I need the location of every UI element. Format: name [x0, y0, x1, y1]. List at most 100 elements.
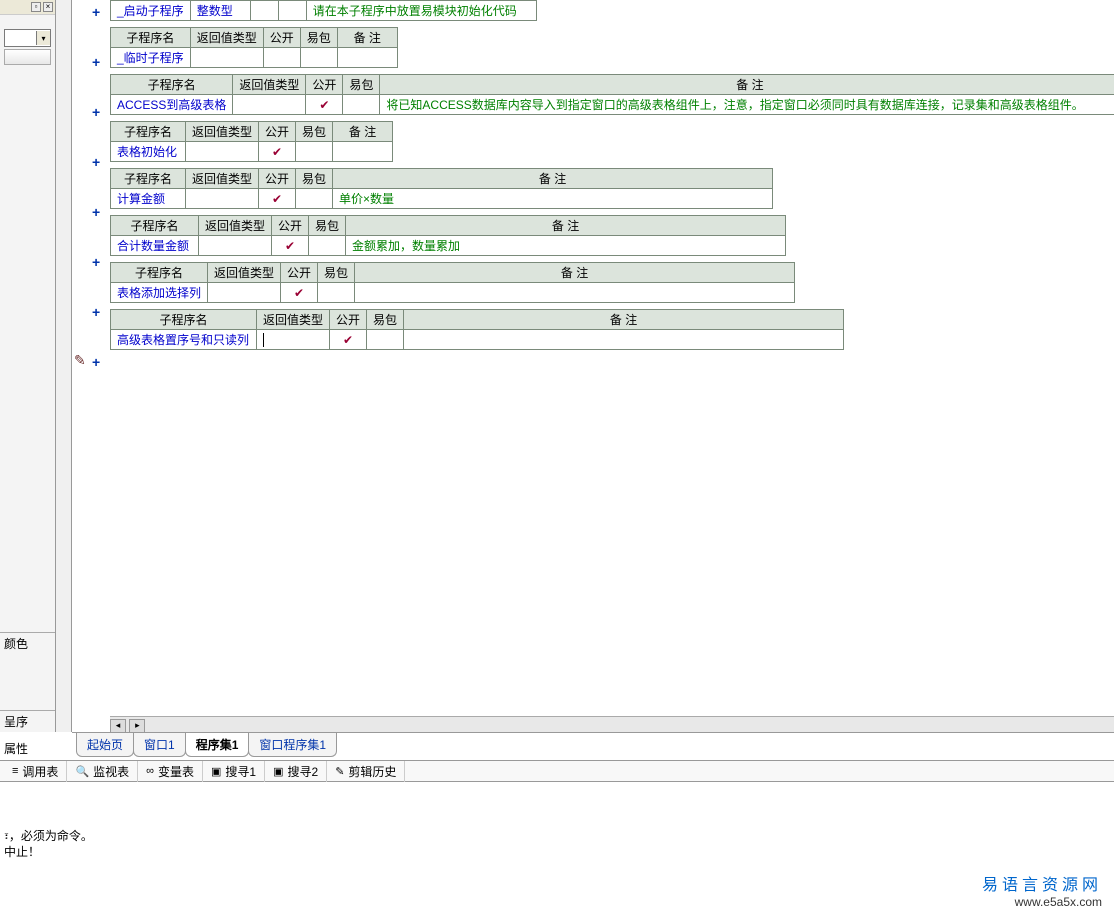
tab-label: 搜寻2 — [288, 763, 319, 780]
sub-package-cell[interactable] — [318, 283, 355, 303]
expand-icon[interactable]: + — [92, 154, 100, 170]
col-header-type: 返回值类型 — [186, 169, 259, 189]
subroutine-table: 子程序名返回值类型公开易包备 注表格初始化 ✔ — [110, 121, 393, 162]
sub-public-cell[interactable]: ✔ — [259, 142, 296, 162]
sub-public-cell[interactable] — [250, 1, 278, 21]
sub-remark-cell[interactable]: 请在本子程序中放置易模块初始化代码 — [306, 1, 536, 21]
table-row[interactable]: 表格添加选择列 ✔ — [111, 283, 795, 303]
bottom-tab[interactable]: 🔍监视表 — [67, 761, 138, 782]
expand-icon[interactable]: + — [92, 254, 100, 270]
scroll-right-icon[interactable]: ▸ — [129, 719, 145, 733]
sub-package-cell[interactable] — [343, 95, 380, 115]
bottom-tab[interactable]: ∞变量表 — [138, 761, 203, 782]
sub-public-cell[interactable]: ✔ — [272, 236, 309, 256]
table-row[interactable]: _启动子程序整数型 请在本子程序中放置易模块初始化代码 — [111, 1, 537, 21]
col-header-remark: 备 注 — [355, 263, 795, 283]
table-header-row: 子程序名返回值类型公开易包备 注 — [111, 310, 844, 330]
panel-close-icon[interactable]: × — [43, 2, 53, 12]
panel-strip[interactable] — [4, 49, 51, 65]
doc-tab[interactable]: 程序集1 — [185, 733, 250, 757]
sub-name-cell[interactable]: ACCESS到高级表格 — [111, 95, 233, 115]
sub-remark-cell[interactable] — [337, 48, 397, 68]
sub-type-cell[interactable] — [190, 48, 263, 68]
scroll-left-icon[interactable]: ◂ — [110, 719, 126, 733]
horizontal-scrollbar[interactable]: ◂ ▸ — [110, 716, 1114, 732]
table-row[interactable]: 计算金额 ✔ 单价×数量 — [111, 189, 773, 209]
sub-remark-cell[interactable]: 单价×数量 — [333, 189, 773, 209]
doc-tab[interactable]: 起始页 — [76, 733, 134, 757]
subroutine-table: 子程序名返回值类型公开易包备 注合计数量金额✔金额累加，数量累加 — [110, 215, 786, 256]
col-header-package: 易包 — [309, 216, 346, 236]
doc-tab[interactable]: 窗口1 — [133, 733, 186, 757]
sub-type-cell[interactable] — [186, 189, 259, 209]
sub-package-cell[interactable] — [296, 189, 333, 209]
subroutine-table: 子程序名返回值类型公开易包备 注计算金额✔单价×数量 — [110, 168, 773, 209]
sub-public-cell[interactable]: ✔ — [281, 283, 318, 303]
sub-name-cell[interactable]: 高级表格置序号和只读列 — [111, 330, 257, 350]
col-header-public: 公开 — [259, 122, 296, 142]
sub-public-cell[interactable]: ✔ — [306, 95, 343, 115]
expand-icon[interactable]: + — [92, 54, 100, 70]
sub-remark-cell[interactable]: 将已知ACCESS数据库内容导入到指定窗口的高级表格组件上，注意，指定窗口必须同… — [380, 95, 1114, 115]
col-header-name: 子程序名 — [111, 310, 257, 330]
bottom-tab[interactable]: ✎剪辑历史 — [327, 761, 405, 782]
expand-icon[interactable]: + — [92, 304, 100, 320]
tab-icon: ▣ — [273, 765, 283, 778]
sub-remark-cell[interactable] — [355, 283, 795, 303]
expand-icon[interactable]: + — [92, 104, 100, 120]
sub-name-cell[interactable]: _启动子程序 — [111, 1, 191, 21]
bottom-tabs: ≡调用表🔍监视表∞变量表 ▣ 搜寻1 ▣ 搜寻2 ✎剪辑历史 — [0, 760, 1114, 782]
panel-dropdown[interactable]: ▾ — [4, 29, 51, 47]
panel-toggle-icon[interactable]: ▫ — [31, 2, 41, 12]
sub-public-cell[interactable]: ✔ — [259, 189, 296, 209]
sub-package-cell[interactable] — [300, 48, 337, 68]
tab-label: 变量表 — [158, 763, 194, 780]
sub-type-cell[interactable] — [257, 330, 330, 350]
col-header-remark: 备 注 — [404, 310, 844, 330]
sub-package-cell[interactable] — [278, 1, 306, 21]
sub-name-cell[interactable]: _临时子程序 — [111, 48, 191, 68]
sub-type-cell[interactable] — [233, 95, 306, 115]
sub-name-cell[interactable]: 表格初始化 — [111, 142, 186, 162]
sub-remark-cell[interactable] — [404, 330, 844, 350]
output-line: ፣，必须为命令。 — [4, 828, 1110, 844]
table-row[interactable]: 高级表格置序号和只读列 ✔ — [111, 330, 844, 350]
table-row[interactable]: 合计数量金额 ✔ 金额累加，数量累加 — [111, 236, 786, 256]
sub-package-cell[interactable] — [367, 330, 404, 350]
sub-remark-cell[interactable]: 金额累加，数量累加 — [346, 236, 786, 256]
col-header-name: 子程序名 — [111, 122, 186, 142]
bottom-tab[interactable]: ▣ 搜寻1 — [203, 761, 265, 782]
bottom-tab[interactable]: ▣ 搜寻2 — [265, 761, 327, 782]
table-header-row: 子程序名返回值类型公开易包备 注 — [111, 263, 795, 283]
expand-icon[interactable]: + — [92, 204, 100, 220]
tab-icon: ▣ — [211, 765, 221, 778]
tab-label: 监视表 — [93, 763, 129, 780]
sub-remark-cell[interactable] — [333, 142, 393, 162]
sub-type-cell[interactable]: 整数型 — [190, 1, 250, 21]
sub-public-cell[interactable] — [263, 48, 300, 68]
table-row[interactable]: 表格初始化 ✔ — [111, 142, 393, 162]
panel-scrollbar[interactable] — [56, 0, 72, 732]
col-header-type: 返回值类型 — [199, 216, 272, 236]
doc-tab[interactable]: 窗口程序集1 — [248, 733, 337, 757]
col-header-package: 易包 — [296, 122, 333, 142]
expand-icon[interactable]: + — [92, 354, 100, 370]
sub-public-cell[interactable]: ✔ — [330, 330, 367, 350]
col-header-type: 返回值类型 — [190, 28, 263, 48]
table-row[interactable]: _临时子程序 — [111, 48, 398, 68]
sub-name-cell[interactable]: 表格添加选择列 — [111, 283, 208, 303]
tab-label: 搜寻1 — [225, 763, 256, 780]
sub-name-cell[interactable]: 计算金额 — [111, 189, 186, 209]
sub-package-cell[interactable] — [296, 142, 333, 162]
color-label: 颜色 — [0, 632, 55, 654]
sub-type-cell[interactable] — [186, 142, 259, 162]
editor-gutter: + + + + + + + ✎ + — [72, 0, 108, 716]
sub-type-cell[interactable] — [199, 236, 272, 256]
sub-name-cell[interactable]: 合计数量金额 — [111, 236, 199, 256]
sub-package-cell[interactable] — [309, 236, 346, 256]
bottom-tab[interactable]: ≡调用表 — [4, 761, 67, 782]
sub-type-cell[interactable] — [208, 283, 281, 303]
table-row[interactable]: ACCESS到高级表格 ✔ 将已知ACCESS数据库内容导入到指定窗口的高级表格组件… — [111, 95, 1114, 115]
table-header-row: 子程序名返回值类型公开易包备 注 — [111, 122, 393, 142]
expand-icon[interactable]: + — [92, 4, 100, 20]
